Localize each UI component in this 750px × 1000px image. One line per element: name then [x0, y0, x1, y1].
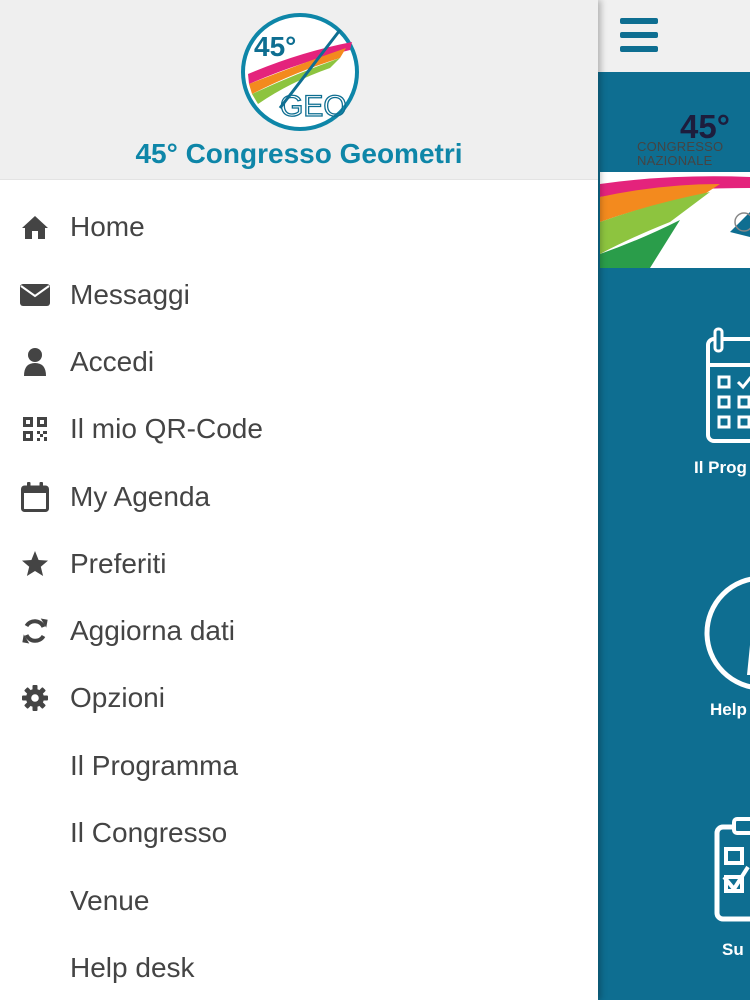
- gear-icon: [20, 683, 50, 713]
- menu-item-aggiorna-dati[interactable]: Aggiorna dati: [0, 598, 598, 664]
- menu-item-qrcode[interactable]: Il mio QR-Code: [0, 396, 598, 462]
- tile-label-programma: Il Prog: [694, 458, 747, 477]
- menu-label-qrcode: Il mio QR-Code: [70, 413, 263, 444]
- logo-number: 45°: [254, 31, 296, 62]
- tile-label-help: Help: [710, 700, 747, 719]
- menu-item-il-programma[interactable]: Il Programma: [0, 733, 598, 799]
- menu-label-my-agenda: My Agenda: [70, 481, 211, 512]
- info-icon: [704, 576, 750, 690]
- menu-label-messaggi: Messaggi: [70, 279, 190, 310]
- menu-item-my-agenda[interactable]: My Agenda: [0, 464, 598, 530]
- menu-label-il-programma: Il Programma: [70, 750, 239, 781]
- calendar-icon: [20, 482, 50, 512]
- banner-line2: NAZIONALE: [637, 153, 713, 168]
- menu-item-messaggi[interactable]: Messaggi: [0, 262, 598, 328]
- menu-label-venue: Venue: [70, 885, 150, 916]
- hamburger-menu-icon[interactable]: [620, 18, 660, 52]
- qrcode-icon: [20, 414, 50, 444]
- menu-label-accedi: Accedi: [70, 346, 155, 377]
- logo-text: GEO: [280, 90, 347, 123]
- calendar-check-icon: [706, 327, 750, 443]
- tile-label-survey: Su: [722, 940, 744, 959]
- envelope-icon: [20, 280, 50, 310]
- menu-label-help-desk: Help desk: [70, 952, 195, 983]
- banner-line1: CONGRESSO: [637, 139, 724, 154]
- menu-label-opzioni: Opzioni: [70, 682, 165, 713]
- menu-item-help-desk[interactable]: Help desk: [0, 935, 598, 1000]
- refresh-icon: [20, 616, 50, 646]
- congress-logo: 45° GEO: [241, 13, 359, 131]
- menu-item-il-congresso[interactable]: Il Congresso: [0, 800, 598, 866]
- home-icon: [20, 212, 50, 242]
- menu-label-il-congresso: Il Congresso: [70, 817, 228, 848]
- user-icon: [20, 347, 50, 377]
- menu-item-preferiti[interactable]: Preferiti: [0, 531, 598, 597]
- survey-clipboard-icon: [714, 817, 750, 922]
- drawer-header: 45° GEO 45° Congresso Geometri: [0, 0, 598, 180]
- menu-label-home: Home: [70, 211, 145, 242]
- congress-banner: 45° CONGRESSO NAZIONALE: [600, 72, 750, 268]
- menu-label-preferiti: Preferiti: [70, 548, 167, 579]
- menu-item-accedi[interactable]: Accedi: [0, 329, 598, 395]
- menu-item-home[interactable]: Home: [0, 194, 598, 260]
- drawer-title: 45° Congresso Geometri: [135, 138, 463, 169]
- menu-item-opzioni[interactable]: Opzioni: [0, 665, 598, 731]
- navigation-drawer: 45° GEO 45° Congresso Geometri Home Mess…: [0, 0, 598, 1000]
- menu-label-aggiorna-dati: Aggiorna dati: [70, 615, 236, 646]
- star-icon: [20, 549, 50, 579]
- menu-item-venue[interactable]: Venue: [0, 868, 598, 934]
